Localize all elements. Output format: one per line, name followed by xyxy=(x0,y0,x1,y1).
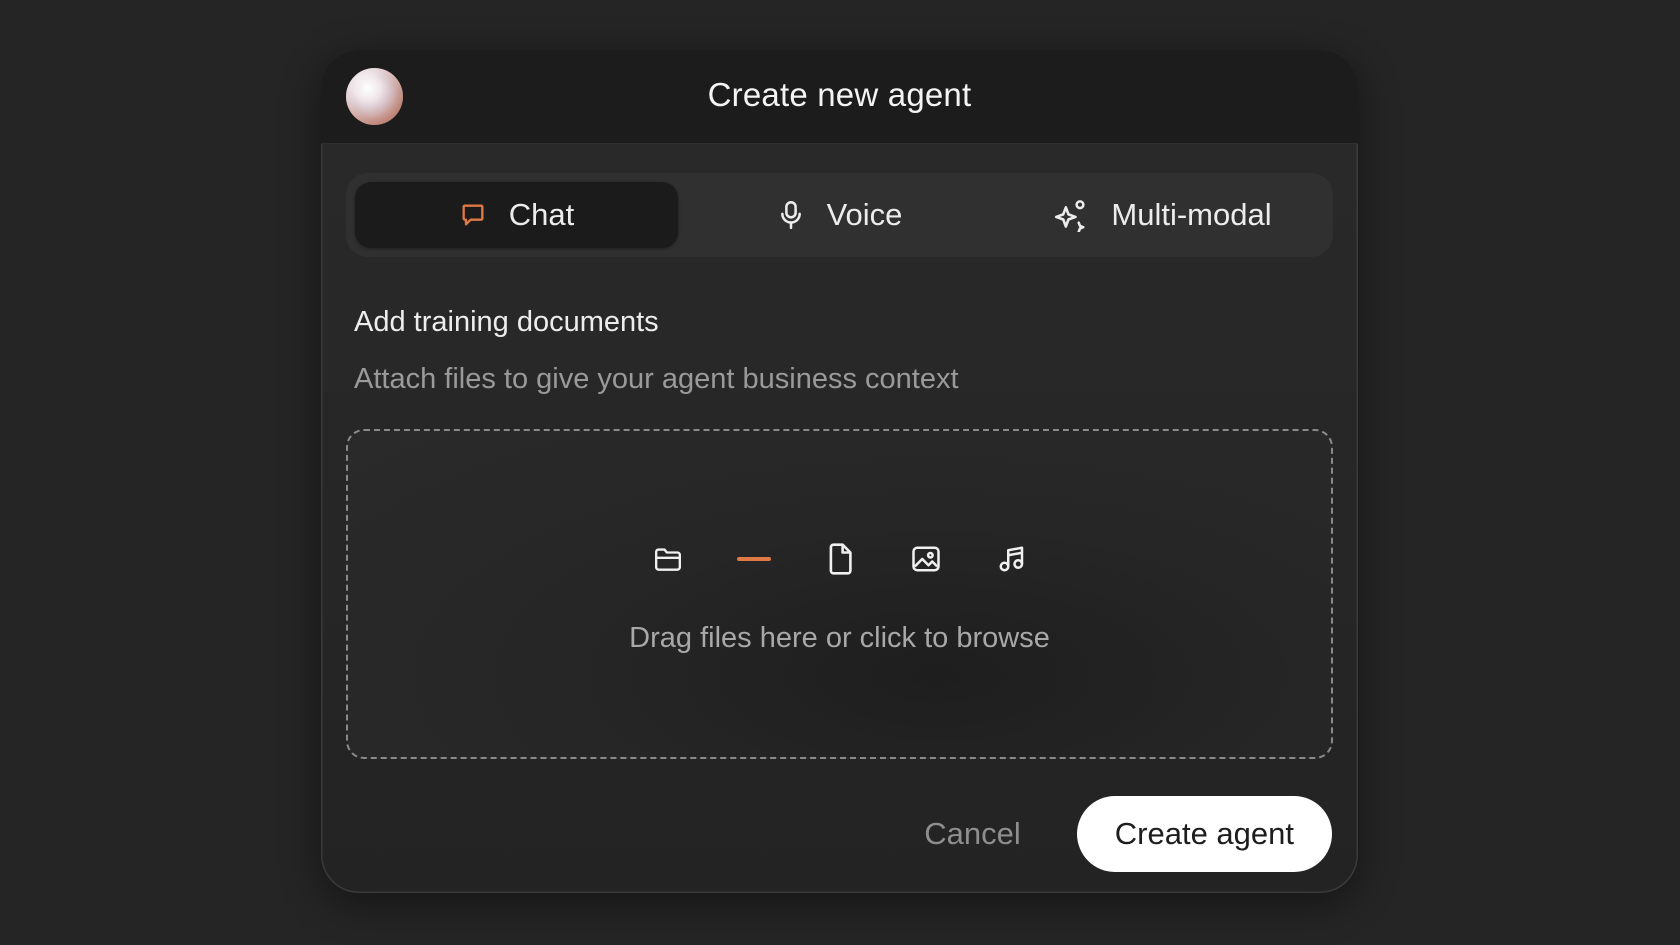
agent-type-tabs: Chat Voice Multi-modal xyxy=(346,173,1333,257)
dash-icon xyxy=(711,557,797,561)
cancel-button[interactable]: Cancel xyxy=(924,816,1021,852)
page-backdrop: Create new agent Chat Voice Multi-modal … xyxy=(0,0,1680,945)
tab-multi-modal[interactable]: Multi-modal xyxy=(1001,182,1324,248)
create-agent-dialog: Create new agent Chat Voice Multi-modal … xyxy=(321,50,1358,893)
image-icon xyxy=(883,545,969,573)
tab-chat-label: Chat xyxy=(508,197,575,232)
document-icon xyxy=(797,543,883,575)
tab-voice[interactable]: Voice xyxy=(678,182,1001,248)
section-subtitle: Attach files to give your agent business… xyxy=(354,363,959,395)
dialog-footer: Cancel Create agent xyxy=(924,796,1332,872)
file-dropzone[interactable]: Drag files here or click to browse xyxy=(346,429,1333,759)
sparkles-icon xyxy=(1053,198,1089,232)
microphone-icon xyxy=(777,200,805,230)
tab-chat[interactable]: Chat xyxy=(355,182,678,248)
music-note-icon xyxy=(969,544,1055,574)
dialog-header: Create new agent xyxy=(321,50,1358,144)
tab-voice-label: Voice xyxy=(826,197,903,232)
file-type-icons xyxy=(348,543,1331,575)
dropzone-instructions: Drag files here or click to browse xyxy=(629,622,1050,654)
folder-icon xyxy=(625,546,711,572)
dialog-title: Create new agent xyxy=(707,76,972,113)
create-agent-button[interactable]: Create agent xyxy=(1076,796,1332,872)
section-title: Add training documents xyxy=(354,306,659,338)
tab-multi-modal-label: Multi-modal xyxy=(1111,197,1272,232)
chat-bubble-icon xyxy=(459,201,487,229)
